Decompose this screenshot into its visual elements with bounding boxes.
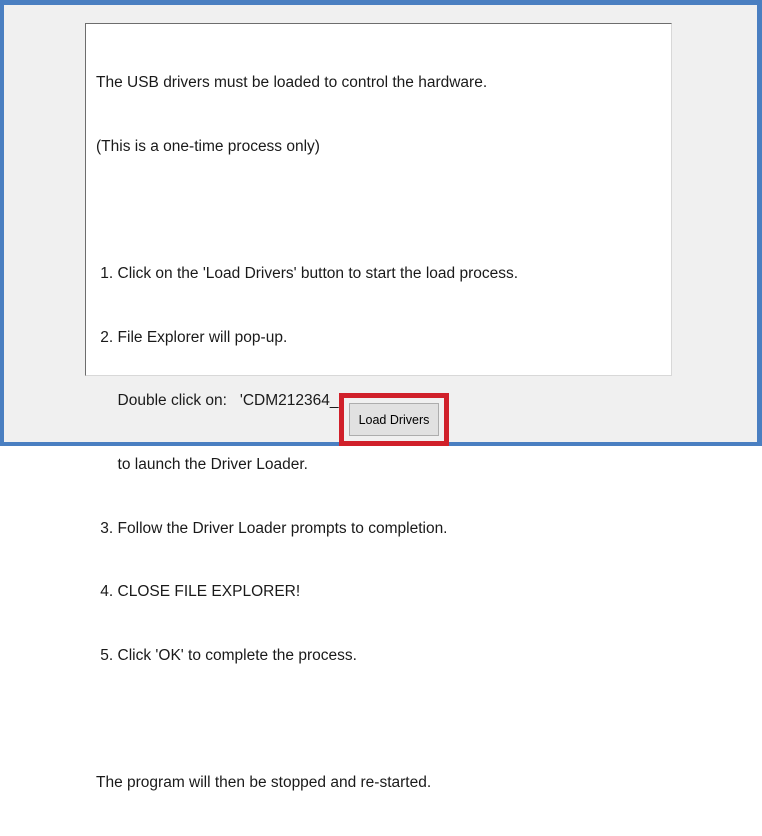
- load-drivers-button[interactable]: Load Drivers: [349, 403, 439, 436]
- instruction-line: 4. CLOSE FILE EXPLORER!: [96, 583, 301, 601]
- instruction-line: 3. Follow the Driver Loader prompts to c…: [96, 519, 448, 537]
- instruction-line: The USB drivers must be loaded to contro…: [96, 74, 488, 92]
- instruction-line: [96, 200, 671, 221]
- instruction-line: 1. Click on the 'Load Drivers' button to…: [96, 265, 519, 283]
- instruction-line: [96, 708, 671, 729]
- instruction-line: to launch the Driver Loader.: [96, 455, 308, 473]
- instructions-textbox[interactable]: The USB drivers must be loaded to contro…: [85, 23, 672, 791]
- driver-dialog-window: The USB drivers must be loaded to contro…: [0, 0, 762, 791]
- instruction-line: The program will then be stopped and re-…: [96, 773, 432, 791]
- instruction-line: 5. Click 'OK' to complete the process.: [96, 646, 357, 664]
- instruction-line: 2. File Explorer will pop-up.: [96, 328, 288, 346]
- load-drivers-highlight: Load Drivers: [339, 393, 449, 446]
- instruction-line: (This is a one-time process only): [96, 138, 320, 155]
